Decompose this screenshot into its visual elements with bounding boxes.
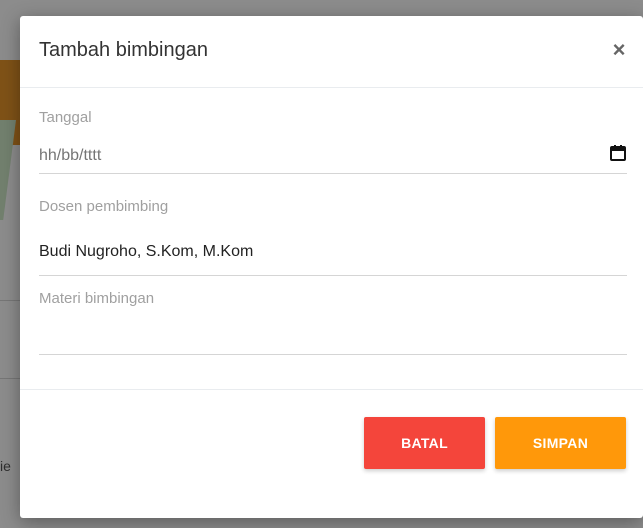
modal-header: Tambah bimbingan ×: [20, 16, 643, 88]
tanggal-label: Tanggal: [39, 109, 92, 126]
dosen-field[interactable]: Budi Nugroho, S.Kom, M.Kom: [39, 243, 253, 261]
add-guidance-modal: Tambah bimbingan × Tanggal Dosen pembimb…: [20, 16, 643, 518]
dosen-label: Dosen pembimbing: [39, 198, 169, 215]
save-button[interactable]: SIMPAN: [495, 417, 626, 469]
modal-footer-divider: [20, 389, 643, 390]
calendar-icon[interactable]: [609, 144, 627, 162]
dosen-underline: [39, 275, 627, 276]
tanggal-underline: [39, 173, 627, 174]
materi-input[interactable]: [39, 318, 627, 346]
close-icon[interactable]: ×: [609, 38, 629, 62]
cancel-button[interactable]: BATAL: [364, 417, 485, 469]
tanggal-date-input[interactable]: [39, 142, 627, 170]
modal-title: Tambah bimbingan: [39, 39, 208, 61]
materi-underline: [39, 354, 627, 355]
materi-label: Materi bimbingan: [39, 290, 155, 307]
